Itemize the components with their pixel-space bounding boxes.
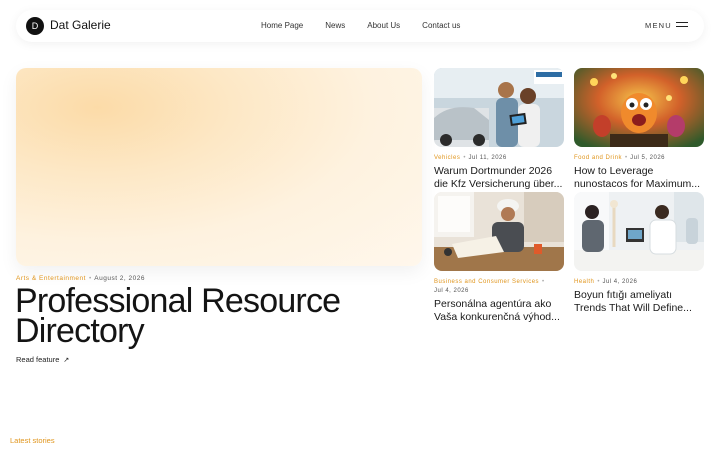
arrow-up-right-icon: ↗ [63, 357, 70, 364]
site-header: D Dat Galerie Home Page News About Us Co… [16, 10, 704, 42]
story-date: Jul 11, 2026 [468, 155, 507, 161]
story-meta: Health • Jul 4, 2026 [574, 279, 638, 285]
story-card[interactable]: Business and Consumer Services • Jul 4, 20… [434, 192, 564, 322]
story-card[interactable]: Health • Jul 4, 2026 Boyun fıtığı ameliyat… [574, 192, 704, 313]
story-category[interactable]: Food and Drink [574, 155, 622, 161]
story-thumbnail[interactable] [434, 68, 564, 147]
story-thumbnail[interactable] [434, 192, 564, 271]
nav-contact[interactable]: Contact us [422, 21, 460, 30]
story-meta: Food and Drink • Jul 5, 2026 [574, 155, 665, 161]
story-card[interactable]: Vehicles • Jul 11, 2026 Warum Dortmunder 2… [434, 68, 564, 189]
hero-category[interactable]: Arts & Entertainment [16, 275, 86, 282]
story-meta: Vehicles • Jul 11, 2026 [434, 155, 507, 161]
nav-news[interactable]: News [325, 21, 345, 30]
menu-label[interactable]: MENU [645, 21, 672, 30]
story-title[interactable]: Warum Dortmunder 2026 [434, 166, 564, 176]
nav-about[interactable]: About Us [367, 21, 400, 30]
hero-meta: Arts & Entertainment • August 2, 2026 [16, 275, 145, 282]
story-title[interactable]: How to Leverage [574, 166, 704, 176]
story-thumbnail[interactable] [574, 68, 704, 147]
story-category[interactable]: Business and Consumer Services [434, 279, 539, 285]
story-title[interactable]: Boyun fıtığı ameliyatı [574, 290, 704, 300]
story-date: Jul 4, 2026 [434, 288, 469, 294]
latest-stories-label: Latest stories [10, 436, 55, 445]
hero-date: August 2, 2026 [94, 275, 145, 282]
story-title-cont[interactable]: Vaša konkurenčná výhod... [434, 312, 564, 322]
story-date: Jul 4, 2026 [602, 279, 638, 285]
hero-title[interactable]: Professional Resource Directory [15, 284, 415, 348]
hero-image[interactable] [16, 68, 422, 266]
nav-home[interactable]: Home Page [261, 21, 303, 30]
logo-icon[interactable]: D [26, 17, 44, 35]
story-title[interactable]: Personálna agentúra ako [434, 299, 564, 309]
read-feature-link[interactable]: Read feature ↗ [16, 355, 69, 364]
brand-name[interactable]: Dat Galerie [50, 18, 111, 32]
main-nav: Home Page News About Us Contact us [261, 21, 460, 30]
story-title-cont[interactable]: Trends That Will Define... [574, 303, 704, 313]
hamburger-menu-icon[interactable] [676, 21, 688, 29]
story-title-cont[interactable]: die Kfz Versicherung über... [434, 179, 564, 189]
story-title-cont[interactable]: nunostacos for Maximum... [574, 179, 704, 189]
story-card[interactable]: Food and Drink • Jul 5, 2026 How to Levera… [574, 68, 704, 189]
story-category[interactable]: Vehicles [434, 155, 460, 161]
story-thumbnail[interactable] [574, 192, 704, 271]
story-meta: Business and Consumer Services • Jul 4, 20… [434, 279, 545, 294]
story-date: Jul 5, 2026 [630, 155, 665, 161]
story-category[interactable]: Health [574, 279, 594, 285]
